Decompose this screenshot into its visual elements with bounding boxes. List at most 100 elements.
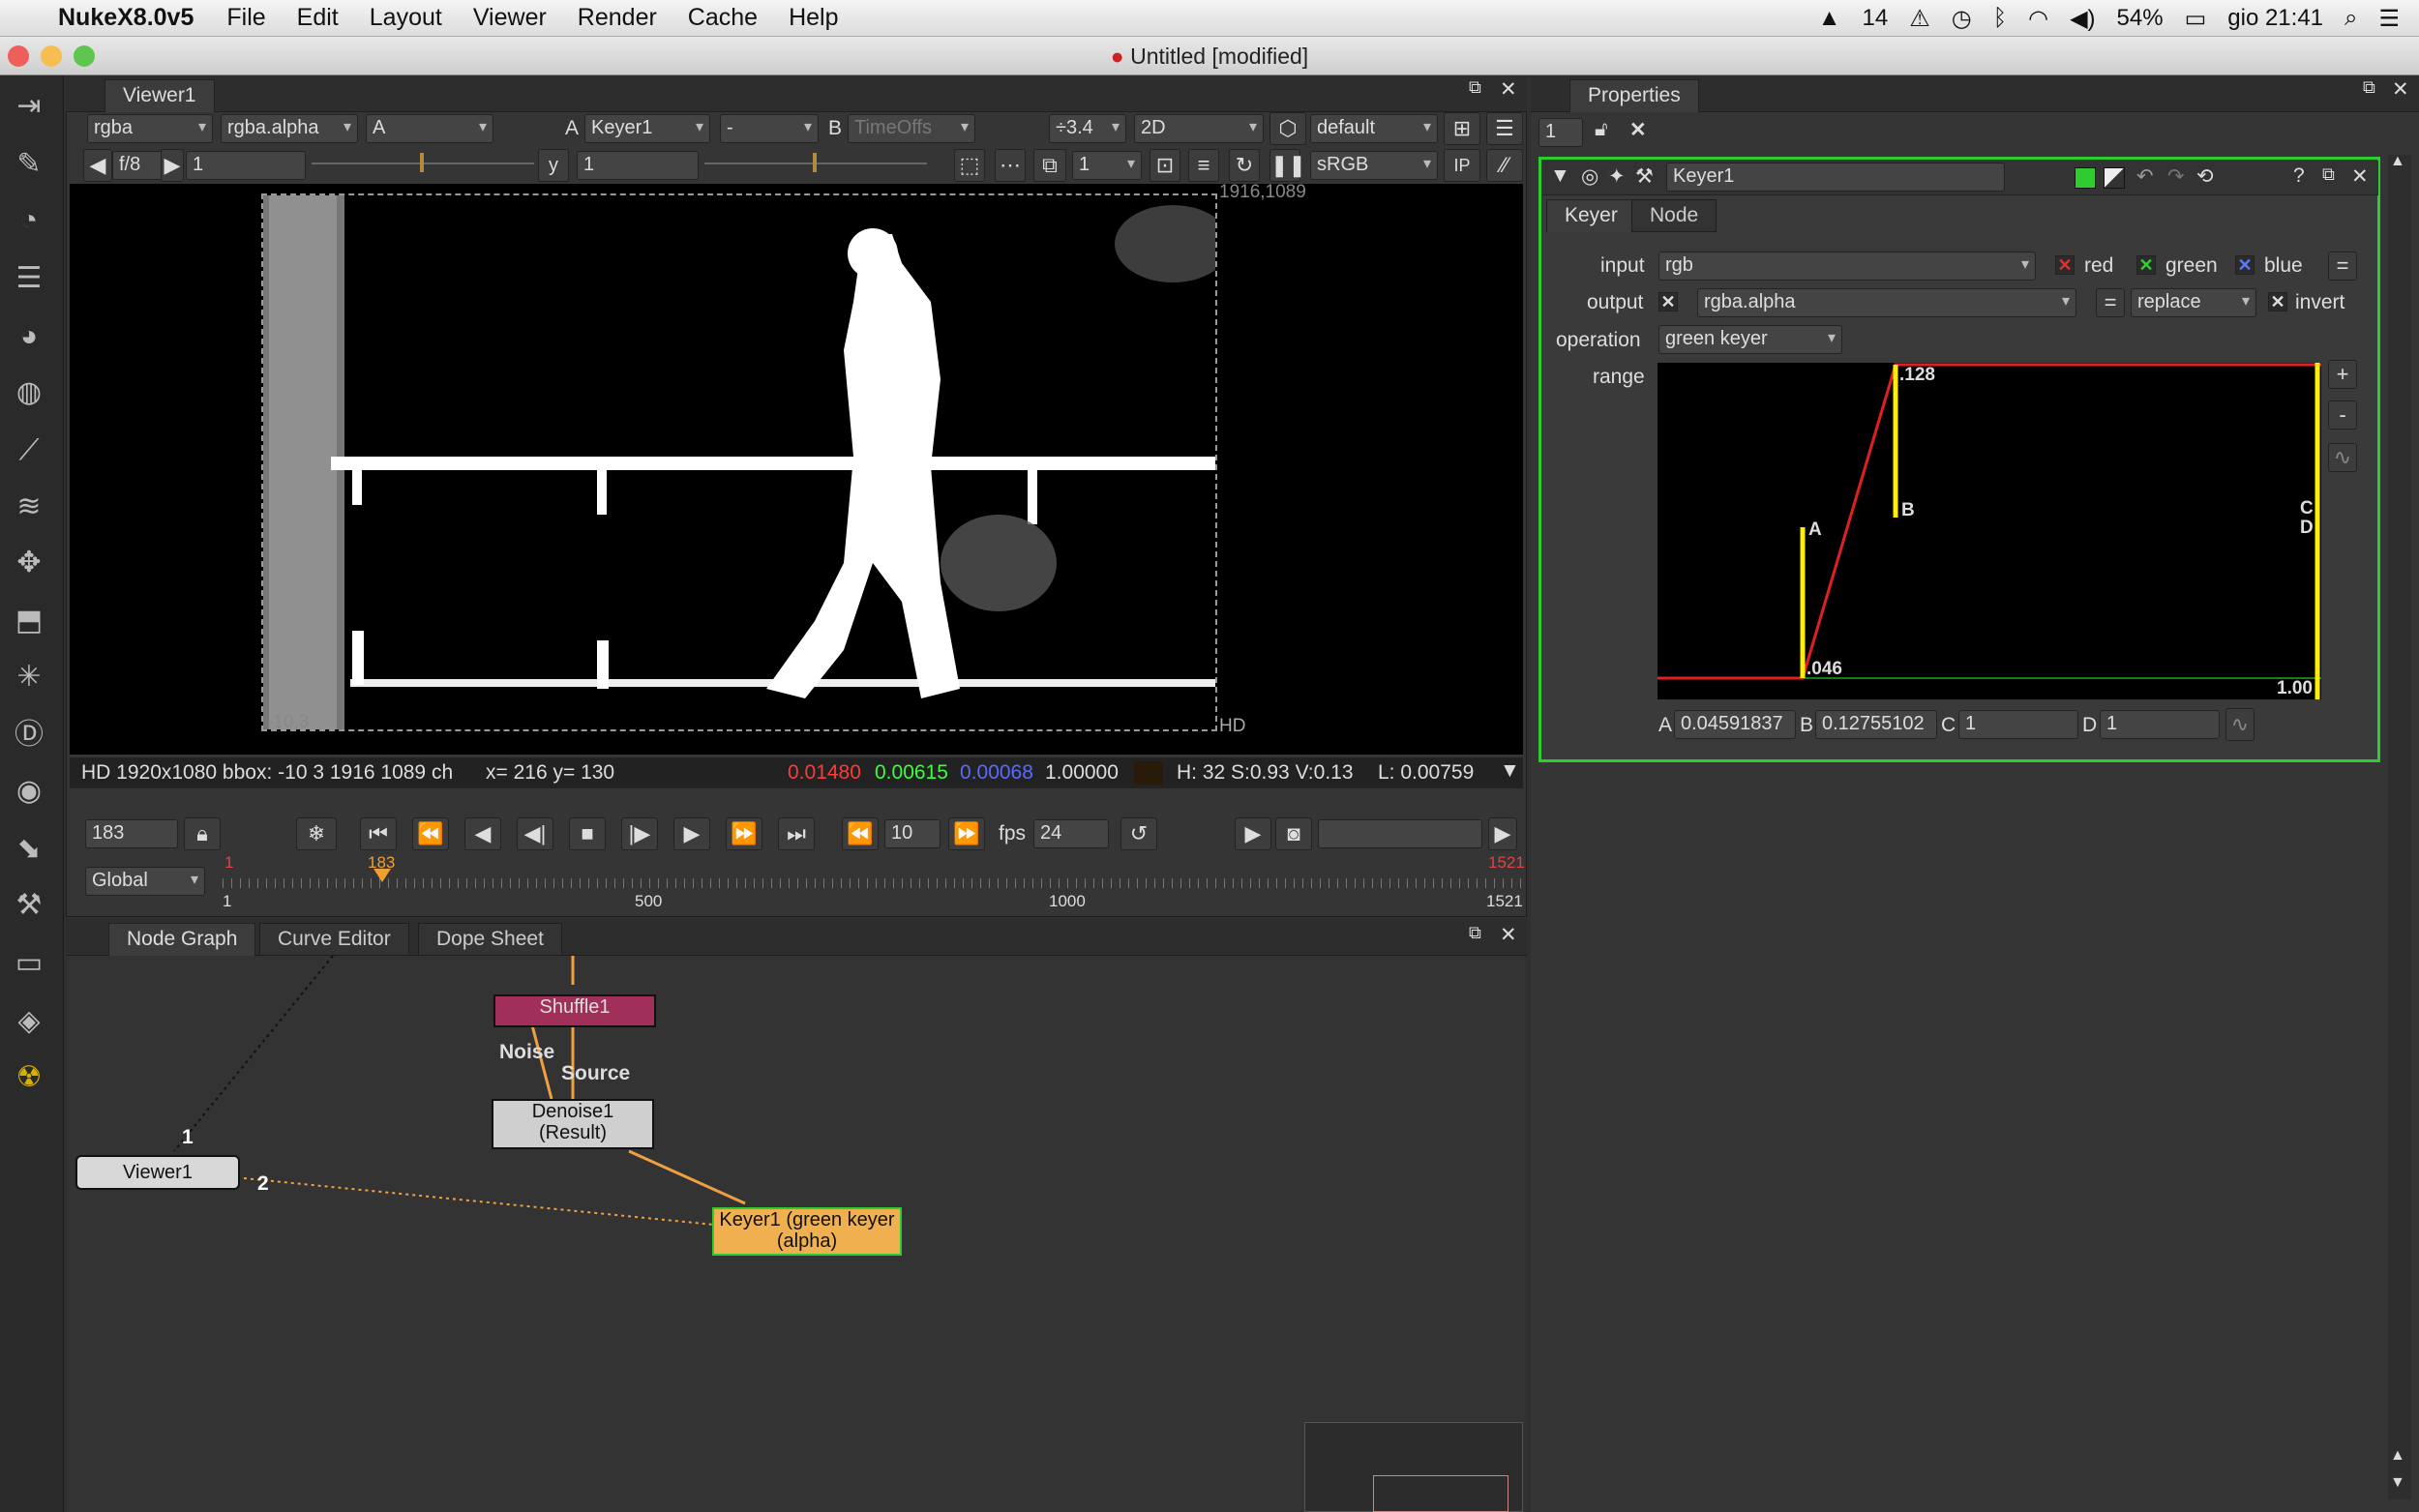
merge-tool-icon[interactable]: ≋ xyxy=(10,488,48,526)
wifi-icon[interactable]: ◠ xyxy=(2028,5,2048,33)
proxy-dropdown[interactable]: 1 xyxy=(1072,151,1142,180)
blue-checkbox[interactable]: ✕ xyxy=(2235,255,2255,275)
node-denoise1[interactable]: Denoise1 (Result) xyxy=(492,1099,654,1149)
metadata-tool-icon[interactable]: ⬊ xyxy=(10,830,48,869)
help-icon[interactable]: ? xyxy=(2293,164,2305,188)
viewer-image[interactable] xyxy=(261,193,1231,731)
close-panel-icon[interactable]: ✕ xyxy=(1500,77,1517,102)
channel-tool-icon[interactable]: ☰ xyxy=(10,259,48,298)
notification-count[interactable]: 14 xyxy=(1863,5,1889,32)
menu-help[interactable]: Help xyxy=(789,4,838,32)
tab-keyer[interactable]: Keyer xyxy=(1546,199,1636,232)
playback-range-field[interactable] xyxy=(1318,819,1482,848)
b-input-dropdown[interactable]: TimeOffs xyxy=(848,114,975,143)
lut-dropdown[interactable]: default xyxy=(1310,114,1438,143)
info-menu-icon[interactable]: ▼ xyxy=(1500,759,1520,783)
colorspace-dropdown[interactable]: sRGB xyxy=(1310,151,1438,180)
output-link-icon[interactable]: = xyxy=(2096,288,2125,317)
lock-properties-icon[interactable]: 🔓︎ xyxy=(1595,118,1608,141)
input-dropdown[interactable]: rgb xyxy=(1658,252,2036,281)
close-properties-icon[interactable]: ✕ xyxy=(2392,77,2409,102)
value-d-field[interactable]: 1 xyxy=(2100,710,2220,739)
curve-edit-icon[interactable]: ∿ xyxy=(2225,708,2255,741)
flipbook-icon[interactable]: ▶ xyxy=(1235,817,1271,850)
menu-layout[interactable]: Layout xyxy=(370,4,442,32)
tile-color-icon[interactable] xyxy=(2075,167,2096,189)
float-properties-icon[interactable]: ⧉ xyxy=(2363,77,2375,98)
gain-field[interactable]: 1 xyxy=(186,151,306,180)
max-panels-field[interactable]: 1 xyxy=(1538,118,1583,147)
compare-mode-dropdown[interactable]: - xyxy=(720,114,819,143)
time-tool-icon[interactable]: ◔ xyxy=(10,201,48,240)
range-point-b[interactable]: B xyxy=(1901,500,1915,521)
timeline-arrow-icon[interactable]: ▶ xyxy=(1488,817,1517,850)
float-node-panel-icon[interactable]: ⧉ xyxy=(2322,164,2335,185)
nuke-logo-icon[interactable]: ☢ xyxy=(10,1058,48,1097)
tab-viewer1[interactable]: Viewer1 xyxy=(105,79,215,112)
invert-checkbox[interactable]: ✕ xyxy=(2268,292,2287,311)
roi-icon[interactable]: ⬡ xyxy=(1269,112,1306,145)
skip-forward-icon[interactable]: ⏩ xyxy=(948,817,985,850)
next-keyframe-icon[interactable]: ⏩ xyxy=(726,817,762,850)
refresh-icon[interactable]: ↻ xyxy=(1229,149,1260,182)
viewer-menu-icon[interactable]: ☰ xyxy=(1486,112,1523,145)
proxy-icon[interactable]: ⧉ xyxy=(1033,149,1066,182)
range-point-d[interactable]: D xyxy=(2300,518,2314,539)
clear-panels-icon[interactable]: ✕ xyxy=(1629,118,1647,142)
revert-icon[interactable]: ⟲ xyxy=(2196,164,2214,189)
a-input-dropdown[interactable]: Keyer1 xyxy=(584,114,710,143)
close-nodegraph-icon[interactable]: ✕ xyxy=(1500,923,1517,947)
skip-back-icon[interactable]: ⏪ xyxy=(842,817,879,850)
tab-properties[interactable]: Properties xyxy=(1569,79,1699,112)
step-back-icon[interactable]: ◀ xyxy=(464,817,501,850)
input-link-icon[interactable]: = xyxy=(2328,252,2357,281)
play-forward-icon[interactable]: |▶ xyxy=(621,817,658,850)
fstop-prev-icon[interactable]: ◀ xyxy=(83,149,112,182)
redo-icon[interactable]: ↷ xyxy=(2167,164,2185,189)
tab-dope-sheet[interactable]: Dope Sheet xyxy=(418,923,562,956)
bluetooth-icon[interactable]: ᛒ xyxy=(1993,5,2007,32)
app-menu[interactable]: NukeX8.0v5 xyxy=(58,4,194,32)
node-keyer1[interactable]: Keyer1 (green keyer (alpha) xyxy=(712,1207,902,1256)
battery-percent[interactable]: 54% xyxy=(2117,5,2164,32)
ip-toggle[interactable]: IP xyxy=(1444,149,1480,182)
timeline-scope-dropdown[interactable]: Global xyxy=(85,867,205,896)
wipe-icon[interactable]: ⁄⁄ xyxy=(1486,149,1523,182)
node-viewer1[interactable]: Viewer1 xyxy=(75,1155,240,1190)
spotlight-icon[interactable]: ⌕ xyxy=(2344,5,2357,32)
first-frame-icon[interactable]: ⏮ xyxy=(360,817,397,850)
step-forward-icon[interactable]: ▶ xyxy=(673,817,710,850)
range-point-a[interactable]: A xyxy=(1808,519,1822,541)
menu-cache[interactable]: Cache xyxy=(688,4,758,32)
tools-icon[interactable]: ✦ xyxy=(1608,164,1626,189)
pause-icon[interactable]: ❚❚ xyxy=(1269,149,1306,182)
remove-point-icon[interactable]: - xyxy=(2328,400,2357,430)
menu-viewer[interactable]: Viewer xyxy=(473,4,547,32)
add-point-icon[interactable]: + xyxy=(2328,360,2357,389)
playhead[interactable] xyxy=(373,869,391,882)
3d-tool-icon[interactable]: ⬒ xyxy=(10,602,48,640)
volume-icon[interactable]: ◀) xyxy=(2070,5,2095,33)
output-dropdown[interactable]: rgba.alpha xyxy=(1697,288,2076,317)
last-frame-icon[interactable]: ⏭ xyxy=(778,817,815,850)
float-panel-icon[interactable]: ⧉ xyxy=(1469,77,1481,98)
scroll-top-icon[interactable]: ▲ xyxy=(2390,1447,2405,1465)
menu-file[interactable]: File xyxy=(226,4,265,32)
value-c-field[interactable]: 1 xyxy=(1958,710,2078,739)
output-checkbox[interactable]: ✕ xyxy=(1658,292,1678,311)
operation-dropdown[interactable]: green keyer xyxy=(1658,325,1842,354)
frame-increment-field[interactable]: 10 xyxy=(884,819,941,848)
float-nodegraph-icon[interactable]: ⧉ xyxy=(1469,923,1481,943)
lock-icon[interactable]: 🔒︎ xyxy=(184,817,221,850)
output-op-dropdown[interactable]: replace xyxy=(2131,288,2256,317)
tab-node[interactable]: Node xyxy=(1631,199,1717,232)
menu-render[interactable]: Render xyxy=(578,4,657,32)
furnace-tool-icon[interactable]: ▭ xyxy=(10,944,48,983)
gl-color-icon[interactable] xyxy=(2104,167,2125,189)
tab-node-graph[interactable]: Node Graph xyxy=(108,923,256,956)
scanlines-icon[interactable]: ⋯ xyxy=(995,149,1026,182)
red-checkbox[interactable]: ✕ xyxy=(2055,255,2075,275)
clipping-icon[interactable]: ≡ xyxy=(1188,149,1219,182)
value-b-field[interactable]: 0.12755102 xyxy=(1815,710,1937,739)
deep-tool-icon[interactable]: Ⓓ xyxy=(10,716,48,755)
